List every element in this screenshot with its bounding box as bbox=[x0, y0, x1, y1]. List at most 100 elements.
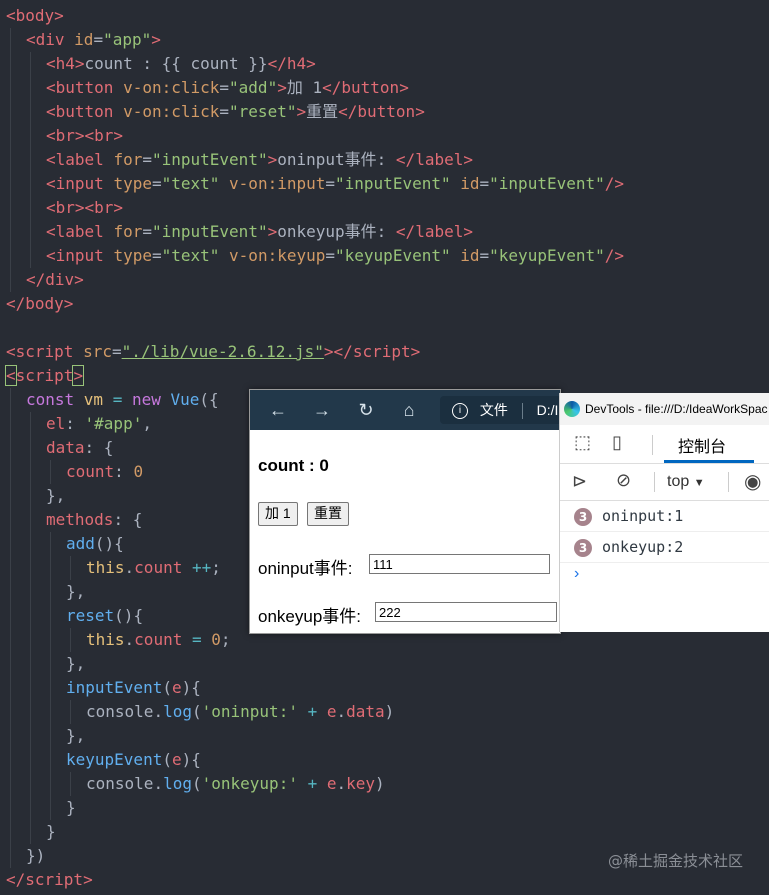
code-line: } bbox=[46, 820, 56, 844]
back-arrow-icon[interactable]: ← bbox=[266, 398, 290, 422]
code-token: oninput事件: bbox=[277, 150, 396, 169]
code-token: count bbox=[134, 630, 183, 649]
code-token: </div> bbox=[26, 270, 84, 289]
tab-console[interactable]: 控制台 bbox=[678, 433, 726, 457]
code-token: . bbox=[124, 558, 135, 577]
device-toggle-icon[interactable]: ▯ bbox=[612, 432, 622, 453]
indent-guide bbox=[10, 388, 11, 868]
code-line: console.log('oninput:' + e.data) bbox=[86, 700, 394, 724]
code-token: (){ bbox=[94, 534, 124, 553]
console-log-row: 3 onkeyup:2 bbox=[560, 532, 769, 563]
code-token: <label bbox=[46, 222, 114, 241]
code-line: </script> bbox=[6, 868, 93, 892]
code-token: script bbox=[352, 342, 411, 361]
home-icon[interactable]: ⌂ bbox=[397, 398, 421, 422]
code-token: < bbox=[5, 365, 17, 386]
code-token: vm bbox=[83, 390, 104, 409]
code-token: = bbox=[111, 342, 122, 361]
code-token: "add" bbox=[229, 78, 278, 97]
code-line: <input type="text" v-on:input="inputEven… bbox=[46, 172, 624, 196]
code-token: for bbox=[113, 150, 143, 169]
code-line: <button v-on:click="add">加 1</button> bbox=[46, 76, 409, 100]
code-token: inputEvent bbox=[66, 678, 163, 697]
code-line: <br><br> bbox=[46, 124, 123, 148]
code-token: (){ bbox=[114, 606, 144, 625]
code-line: <button v-on:click="reset">重置</button> bbox=[46, 100, 425, 124]
code-token: 'oninput:' bbox=[201, 702, 298, 721]
code-token: data bbox=[346, 702, 385, 721]
code-line: <input type="text" v-on:keyup="keyupEven… bbox=[46, 244, 624, 268]
devtools-titlebar: DevTools - file:///D:/IdeaWorkSpac bbox=[560, 393, 769, 425]
code-token: <br><br> bbox=[46, 126, 124, 145]
code-line: <label for="inputEvent">oninput事件: </lab… bbox=[46, 148, 473, 172]
browser-toolbar: ← → ↻ ⌂ i 文件 D:/Id bbox=[250, 390, 560, 430]
code-token: = bbox=[151, 246, 162, 265]
log-message: oninput:1 bbox=[602, 507, 684, 525]
context-value: top bbox=[667, 473, 690, 490]
refresh-icon[interactable]: ↻ bbox=[354, 398, 378, 422]
forward-arrow-icon[interactable]: → bbox=[310, 398, 334, 422]
code-token: for bbox=[113, 222, 143, 241]
code-token: console bbox=[86, 702, 154, 721]
code-token: > bbox=[83, 870, 93, 889]
code-line: <script> bbox=[5, 364, 85, 388]
code-token: 'onkeyup:' bbox=[201, 774, 298, 793]
code-token: e bbox=[326, 702, 337, 721]
code-token: ++ bbox=[182, 558, 212, 577]
code-token: 加 1 bbox=[286, 78, 323, 97]
code-token: = bbox=[142, 222, 152, 241]
address-text: D:/Id bbox=[536, 402, 560, 418]
code-token: onkeyup事件: bbox=[277, 222, 396, 241]
add-button[interactable]: 加 1 bbox=[258, 502, 298, 526]
code-token: <div bbox=[26, 30, 75, 49]
eye-icon[interactable]: ◉ bbox=[744, 469, 761, 494]
code-token: : bbox=[114, 462, 134, 481]
code-token: </label> bbox=[395, 150, 473, 169]
code-token: . bbox=[153, 774, 164, 793]
code-token: id bbox=[450, 174, 480, 193]
clear-console-icon[interactable]: ⊘ bbox=[616, 470, 631, 491]
code-token: = bbox=[219, 102, 230, 121]
code-line: }, bbox=[66, 580, 85, 604]
code-token: </button> bbox=[322, 78, 409, 97]
page-content: count : 0 加 1 重置 oninput事件: 111 onkeyup事… bbox=[250, 430, 560, 633]
dropdown-arrow-icon: ▼ bbox=[693, 477, 705, 489]
code-line: <script src="./lib/vue-2.6.12.js"></scri… bbox=[6, 340, 420, 364]
code-token: = bbox=[151, 174, 162, 193]
code-token: ){ bbox=[181, 678, 201, 697]
context-select[interactable]: top ▼ bbox=[667, 473, 705, 491]
code-line: const vm = new Vue({ bbox=[26, 388, 219, 412]
code-token: = bbox=[479, 246, 490, 265]
code-token: "keyupEvent" bbox=[335, 246, 451, 265]
code-token: <input bbox=[46, 174, 114, 193]
oninput-field[interactable]: 111 bbox=[369, 554, 550, 574]
inspect-element-icon[interactable]: ⬚ bbox=[574, 432, 591, 453]
code-token: id bbox=[450, 246, 480, 265]
code-token: ; bbox=[220, 630, 231, 649]
repeat-count-badge: 3 bbox=[574, 508, 592, 526]
code-token: "inputEvent" bbox=[489, 174, 605, 193]
code-token: key bbox=[346, 774, 376, 793]
code-line: keyupEvent(e){ bbox=[66, 748, 201, 772]
code-token: new bbox=[131, 390, 171, 409]
code-token: }) bbox=[26, 846, 46, 865]
code-token: "keyupEvent" bbox=[489, 246, 605, 265]
indent-guide bbox=[70, 772, 71, 796]
code-line: }) bbox=[26, 844, 45, 868]
devtools-tabbar: ⬚ ▯ 控制台 bbox=[560, 425, 769, 464]
code-line: reset(){ bbox=[66, 604, 143, 628]
code-token: = bbox=[142, 150, 152, 169]
console-prompt-row[interactable]: › bbox=[560, 563, 769, 593]
onkeyup-field[interactable]: 222 bbox=[375, 602, 557, 622]
code-token: "reset" bbox=[229, 102, 297, 121]
code-token: ( bbox=[191, 774, 202, 793]
address-bar[interactable]: i 文件 D:/Id bbox=[440, 396, 560, 424]
code-line: <h4>count : {{ count }}</h4> bbox=[46, 52, 316, 76]
tab-divider bbox=[652, 435, 653, 455]
code-token: const bbox=[26, 390, 84, 409]
reset-button[interactable]: 重置 bbox=[307, 502, 349, 526]
code-token: e bbox=[326, 774, 337, 793]
info-icon[interactable]: i bbox=[452, 403, 468, 420]
sidebar-toggle-icon[interactable]: ⊳ bbox=[572, 471, 587, 492]
code-token: <button bbox=[46, 102, 124, 121]
